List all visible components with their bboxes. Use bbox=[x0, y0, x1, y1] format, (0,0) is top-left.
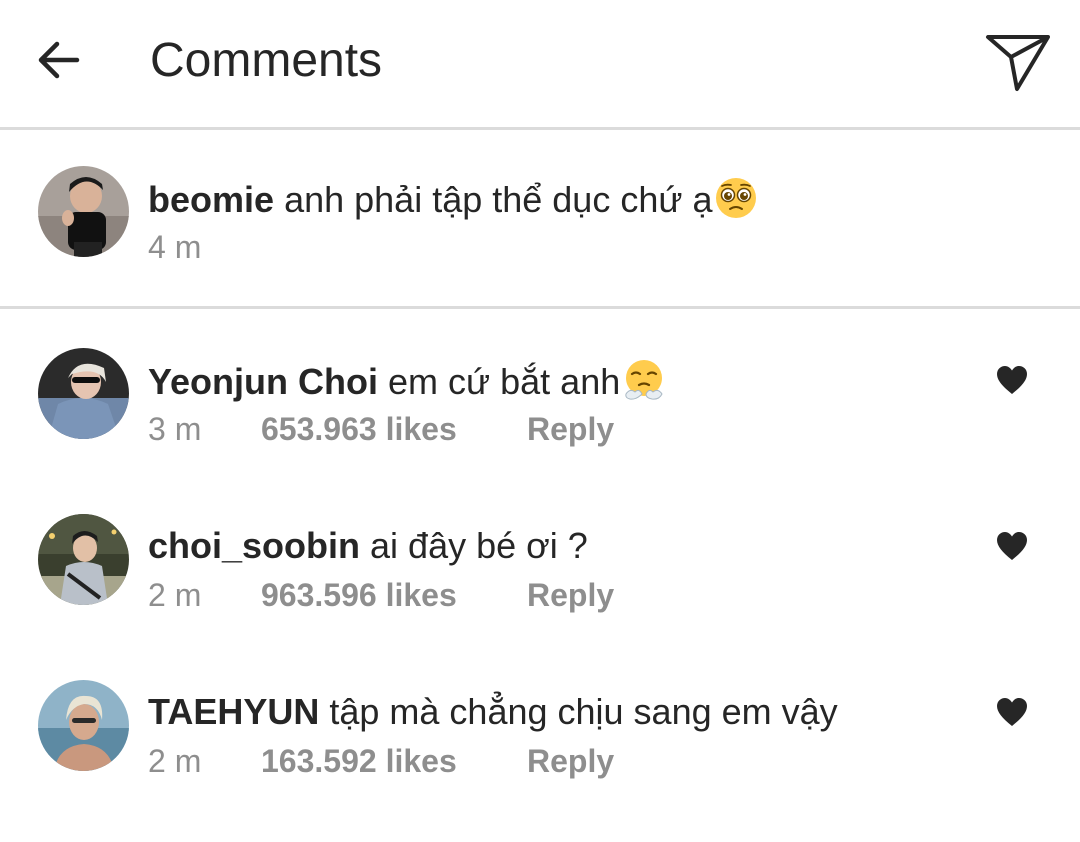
avatar[interactable] bbox=[38, 166, 129, 257]
likes-count[interactable]: 963.596 likes bbox=[261, 575, 527, 615]
caption-meta: 4 m bbox=[148, 227, 261, 267]
face-with-steam-emoji bbox=[625, 360, 663, 400]
comment-text: Yeonjun Choi em cứ bắt anh bbox=[148, 358, 666, 404]
comment-meta: 2 m 963.596 likes Reply bbox=[148, 575, 614, 615]
timestamp: 3 m bbox=[148, 411, 202, 447]
comment-username[interactable]: choi_soobin bbox=[148, 525, 360, 566]
comment-meta: 2 m 163.592 likes Reply bbox=[148, 741, 614, 781]
reply-button[interactable]: Reply bbox=[527, 409, 614, 449]
page-title: Comments bbox=[150, 34, 383, 87]
comment-body: ai đây bé ơi ? bbox=[370, 525, 588, 566]
arrow-left-icon bbox=[38, 41, 80, 79]
reply-button[interactable]: Reply bbox=[527, 741, 614, 781]
comment-meta: 3 m 653.963 likes Reply bbox=[148, 409, 614, 449]
comment-body: em cứ bắt anh bbox=[388, 361, 621, 402]
likes-count[interactable]: 163.592 likes bbox=[261, 741, 527, 781]
reply-button[interactable]: Reply bbox=[527, 575, 614, 615]
avatar[interactable] bbox=[38, 348, 129, 439]
caption-text: beomie anh phải tập thể dục chứ ạ bbox=[148, 176, 758, 222]
timestamp: 2 m bbox=[148, 577, 202, 613]
back-button[interactable] bbox=[28, 30, 88, 90]
comment-text: choi_soobin ai đây bé ơi ? bbox=[148, 524, 588, 568]
caption-username[interactable]: beomie bbox=[148, 179, 274, 220]
comment-username[interactable]: TAEHYUN bbox=[148, 691, 319, 732]
comment-username[interactable]: Yeonjun Choi bbox=[148, 361, 378, 402]
heart-icon[interactable] bbox=[996, 365, 1028, 395]
share-button[interactable] bbox=[982, 28, 1054, 96]
caption-body: anh phải tập thể dục chứ ạ bbox=[284, 179, 713, 220]
heart-icon[interactable] bbox=[996, 697, 1028, 727]
avatar[interactable] bbox=[38, 680, 129, 771]
header-divider bbox=[0, 127, 1080, 130]
timestamp: 4 m bbox=[148, 229, 202, 265]
comment-text: TAEHYUN tập mà chẳng chịu sang em vậy bbox=[148, 690, 838, 734]
caption-divider bbox=[0, 306, 1080, 309]
heart-icon[interactable] bbox=[996, 531, 1028, 561]
avatar[interactable] bbox=[38, 514, 129, 605]
pleading-face-emoji bbox=[716, 178, 757, 218]
timestamp: 2 m bbox=[148, 743, 202, 779]
paper-plane-icon bbox=[986, 35, 1050, 91]
comment-body: tập mà chẳng chịu sang em vậy bbox=[329, 691, 838, 732]
likes-count[interactable]: 653.963 likes bbox=[261, 409, 527, 449]
header-bar: Comments bbox=[0, 0, 1080, 127]
